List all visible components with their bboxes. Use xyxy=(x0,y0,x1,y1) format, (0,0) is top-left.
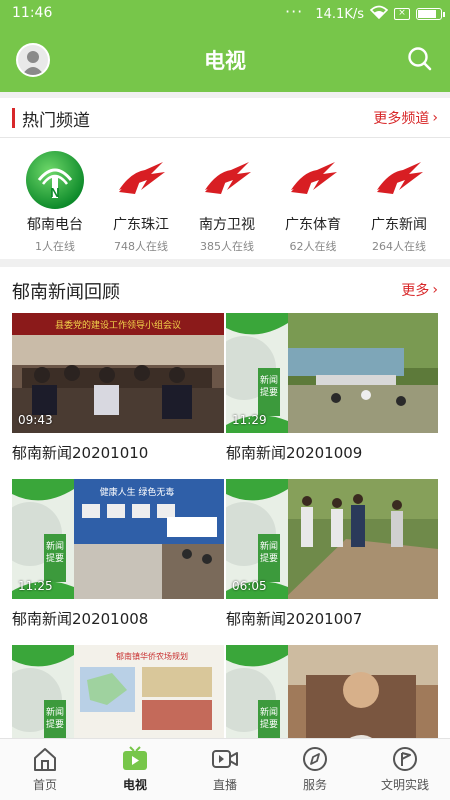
channel-name: 郁南电台 xyxy=(27,217,83,233)
video-duration: 09:43 xyxy=(18,413,53,427)
channel-name: 南方卫视 xyxy=(199,217,255,233)
guangdong-tv-logo xyxy=(283,150,343,210)
divider xyxy=(0,137,450,138)
channel-count: 264人在线 xyxy=(372,240,426,253)
news-title: 郁南新闻20201008 xyxy=(12,610,149,628)
compass-icon xyxy=(303,747,327,771)
flag-badge-icon xyxy=(393,747,417,771)
tab-label: 文明实践 xyxy=(380,778,429,792)
channel-name: 广东珠江 xyxy=(113,217,169,233)
hot-channels-header: 热门频道 更多频道 › xyxy=(0,98,450,138)
news-card[interactable]: 新闻 提要 06:05 郁南新闻20201007 xyxy=(226,479,438,629)
channel-name: 广东新闻 xyxy=(371,217,427,233)
svg-text:提要: 提要 xyxy=(260,387,278,398)
svg-text:新闻: 新闻 xyxy=(46,540,64,552)
svg-text:新闻: 新闻 xyxy=(260,540,278,552)
yunan-radio-logo: N xyxy=(25,150,85,210)
tab-label: 直播 xyxy=(212,778,237,792)
svg-text:提要: 提要 xyxy=(260,719,278,730)
video-duration: 11:25 xyxy=(18,579,53,593)
channel-count: 62人在线 xyxy=(289,240,337,253)
more-news-link[interactable]: 更多 › xyxy=(401,280,438,300)
tab-tv[interactable]: 电视 xyxy=(90,745,180,793)
guangdong-tv-logo xyxy=(369,150,429,210)
net-speed: 14.1K/s xyxy=(315,6,364,22)
channel-item[interactable]: N 郁南电台 1人在线 xyxy=(12,150,98,254)
more-news-label: 更多 xyxy=(401,283,430,299)
page-title: 电视 xyxy=(204,49,246,73)
news-card[interactable]: 县委党的建设工作领导小组会议 09:43 郁南新闻20201010 xyxy=(12,313,224,463)
status-bar: 11:46 ··· 14.1K/s × xyxy=(0,0,450,28)
search-icon[interactable] xyxy=(406,45,434,73)
chevron-right-icon: › xyxy=(432,110,438,126)
tab-label: 服务 xyxy=(302,778,327,792)
svg-text:提要: 提要 xyxy=(260,553,278,564)
app-header: 电视 xyxy=(0,28,450,92)
news-title: 郁南新闻20201009 xyxy=(226,444,363,462)
more-channels-link[interactable]: 更多频道 › xyxy=(373,108,438,128)
channel-name: 广东体育 xyxy=(285,217,341,233)
chevron-right-icon: › xyxy=(432,282,438,298)
home-icon xyxy=(34,748,56,771)
status-time: 11:46 xyxy=(12,5,53,21)
svg-text:健康人生 绿色无毒: 健康人生 绿色无毒 xyxy=(100,486,175,498)
svg-text:提要: 提要 xyxy=(46,553,64,564)
news-review-title: 郁南新闻回顾 xyxy=(12,282,120,303)
svg-text:新闻: 新闻 xyxy=(260,706,278,718)
guangdong-tv-logo xyxy=(111,150,171,210)
channel-item[interactable]: 南方卫视 385人在线 xyxy=(184,150,270,254)
video-duration: 11:29 xyxy=(232,413,267,427)
svg-text:郁南镇华侨农场规划: 郁南镇华侨农场规划 xyxy=(116,651,188,661)
x-box-icon: × xyxy=(394,8,410,20)
svg-text:N: N xyxy=(50,185,59,200)
channel-count: 1人在线 xyxy=(35,240,75,253)
video-duration: 06:05 xyxy=(232,579,267,593)
divider xyxy=(0,259,450,267)
tab-label: 电视 xyxy=(122,778,147,792)
video-thumbnail: 健康人生 绿色无毒 新闻 提要 11:25 xyxy=(12,479,224,599)
video-thumbnail: 县委党的建设工作领导小组会议 09:43 xyxy=(12,313,224,433)
svg-text:新闻: 新闻 xyxy=(46,706,64,718)
svg-text:提要: 提要 xyxy=(46,719,64,730)
news-title: 郁南新闻20201007 xyxy=(226,610,363,628)
more-channels-label: 更多频道 xyxy=(373,111,430,127)
tab-home[interactable]: 首页 xyxy=(0,745,90,793)
section-marker xyxy=(12,108,15,128)
news-title: 郁南新闻20201010 xyxy=(12,444,149,462)
tab-civilization[interactable]: 文明实践 xyxy=(360,745,450,793)
channel-count: 385人在线 xyxy=(200,240,254,253)
channel-item[interactable]: 广东珠江 748人在线 xyxy=(98,150,184,254)
svg-text:县委党的建设工作领导小组会议: 县委党的建设工作领导小组会议 xyxy=(55,319,181,331)
video-thumbnail: 新闻 提要 06:05 xyxy=(226,479,438,599)
status-dots: ··· xyxy=(285,2,304,21)
hot-channels-title: 热门频道 xyxy=(22,111,90,131)
channel-item[interactable]: 广东新闻 264人在线 xyxy=(356,150,442,254)
live-camera-icon xyxy=(212,750,238,768)
wifi-icon xyxy=(369,5,389,23)
guangdong-tv-logo xyxy=(197,150,257,210)
news-card[interactable]: 健康人生 绿色无毒 新闻 提要 11:25 郁南新闻20201008 xyxy=(12,479,224,629)
channel-count: 748人在线 xyxy=(114,240,168,253)
svg-text:新闻: 新闻 xyxy=(260,374,278,386)
tab-label: 首页 xyxy=(32,778,57,792)
video-thumbnail: 新闻 提要 11:29 xyxy=(226,313,438,433)
channel-list: N 郁南电台 1人在线 广东珠江 748人在线 南方卫视 385人在线 广东体育… xyxy=(0,150,450,255)
tab-live[interactable]: 直播 xyxy=(180,745,270,793)
news-review-header: 郁南新闻回顾 更多 › xyxy=(0,270,450,310)
channel-item[interactable]: 广东体育 62人在线 xyxy=(270,150,356,254)
news-card[interactable]: 新闻 提要 11:29 郁南新闻20201009 xyxy=(226,313,438,463)
tv-icon xyxy=(123,746,147,770)
bottom-tab-bar: 首页 电视 直播 服务 文明实践 xyxy=(0,738,450,800)
tab-service[interactable]: 服务 xyxy=(270,745,360,793)
battery-icon xyxy=(416,8,445,20)
